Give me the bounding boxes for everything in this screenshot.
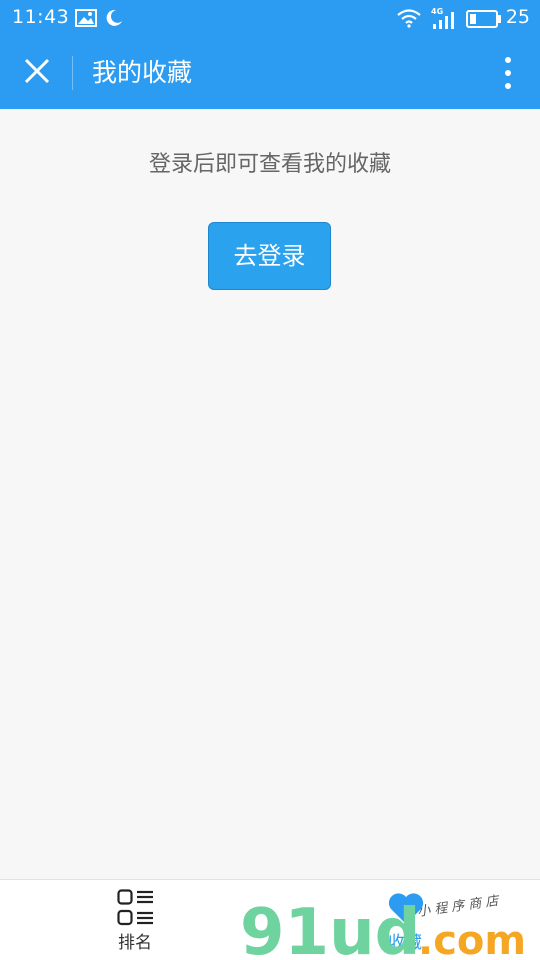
tab-ranking[interactable]: 排名 [0,880,270,960]
close-button[interactable] [14,48,60,94]
heart-icon [387,889,425,931]
tab-ranking-label: 排名 [118,933,152,953]
status-time: 11:43 [12,6,70,28]
signal-icon [432,10,458,34]
more-vertical-icon [494,57,522,96]
more-button[interactable] [494,54,522,92]
page-title: 我的收藏 [92,58,193,87]
ranking-list-icon [117,889,155,933]
image-icon [75,9,97,31]
login-button[interactable]: 去登录 [208,222,331,290]
title-divider [72,56,73,90]
moon-icon [103,8,123,32]
tab-bar: 排名 收藏 [0,879,540,960]
status-bar: 11:43 4G 25 [0,0,540,36]
battery-icon [466,10,502,32]
tab-favorites-label: 收藏 [388,933,422,953]
wifi-icon [396,8,422,32]
title-bar: 我的收藏 [0,36,540,109]
tab-favorites[interactable]: 收藏 [270,880,540,960]
page: 11:43 4G 25 我的收藏 登录后即可查看我的收藏 去登录 排名 收藏 9… [0,0,540,960]
login-hint: 登录后即可查看我的收藏 [148,152,391,177]
close-icon [14,58,60,98]
battery-level: 25 [505,6,530,28]
